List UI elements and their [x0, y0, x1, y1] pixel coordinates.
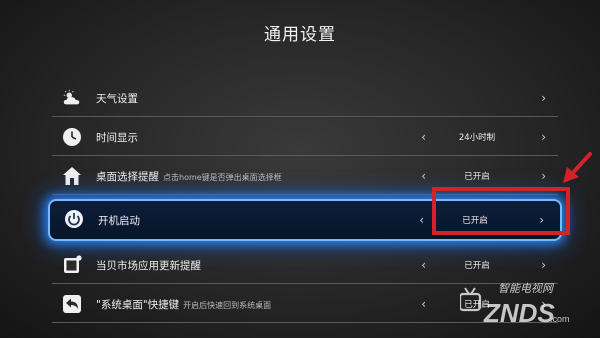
- setting-row-time[interactable]: 时间显示 ‹ 24小时制 ›: [52, 119, 558, 156]
- setting-label: 天气设置: [96, 92, 138, 105]
- setting-value: 已开启: [464, 172, 490, 182]
- clock-icon: [62, 127, 82, 147]
- setting-label: 开机启动: [98, 214, 140, 227]
- return-icon: [62, 294, 82, 314]
- highlight-box: [432, 187, 570, 235]
- setting-hint: 点击home键是否弹出桌面选择框: [163, 172, 282, 182]
- chevron-right-icon[interactable]: ›: [541, 91, 546, 105]
- svg-text:智能电视网: 智能电视网: [498, 282, 555, 295]
- weather-icon: [62, 88, 82, 108]
- setting-value: 24小时制: [458, 133, 496, 143]
- setting-value: 已开启: [464, 261, 490, 271]
- chevron-left-icon[interactable]: ‹: [421, 130, 426, 144]
- setting-label: 当贝市场应用更新提醒: [96, 259, 201, 272]
- chevron-right-icon[interactable]: ›: [541, 130, 546, 144]
- chevron-left-icon[interactable]: ‹: [421, 258, 426, 272]
- setting-label: 桌面选择提醒 点击home键是否弹出桌面选择框: [96, 170, 282, 183]
- setting-hint: 开启后快速回到系统桌面: [183, 300, 272, 310]
- annotation-arrow-icon: [563, 152, 592, 183]
- home-icon: [62, 166, 82, 186]
- setting-row-market-update[interactable]: 当贝市场应用更新提醒 ‹ 已开启 ›: [52, 247, 558, 284]
- power-icon: [64, 209, 84, 229]
- watermark-logo: 智能电视网 ZNDS .com: [458, 280, 580, 332]
- update-icon: [62, 255, 82, 275]
- setting-label: 时间显示: [96, 131, 138, 144]
- svg-text:.com: .com: [550, 314, 570, 324]
- setting-label: "系统桌面"快捷键 开启后快速回到系统桌面: [96, 298, 272, 311]
- page-title: 通用设置: [264, 25, 336, 45]
- svg-text:ZNDS: ZNDS: [483, 298, 555, 328]
- chevron-left-icon[interactable]: ‹: [421, 169, 426, 183]
- chevron-left-icon[interactable]: ‹: [421, 297, 426, 311]
- chevron-right-icon[interactable]: ›: [541, 169, 546, 183]
- setting-row-weather[interactable]: 天气设置 ›: [52, 80, 558, 117]
- chevron-right-icon[interactable]: ›: [541, 258, 546, 272]
- chevron-left-icon[interactable]: ‹: [419, 213, 424, 227]
